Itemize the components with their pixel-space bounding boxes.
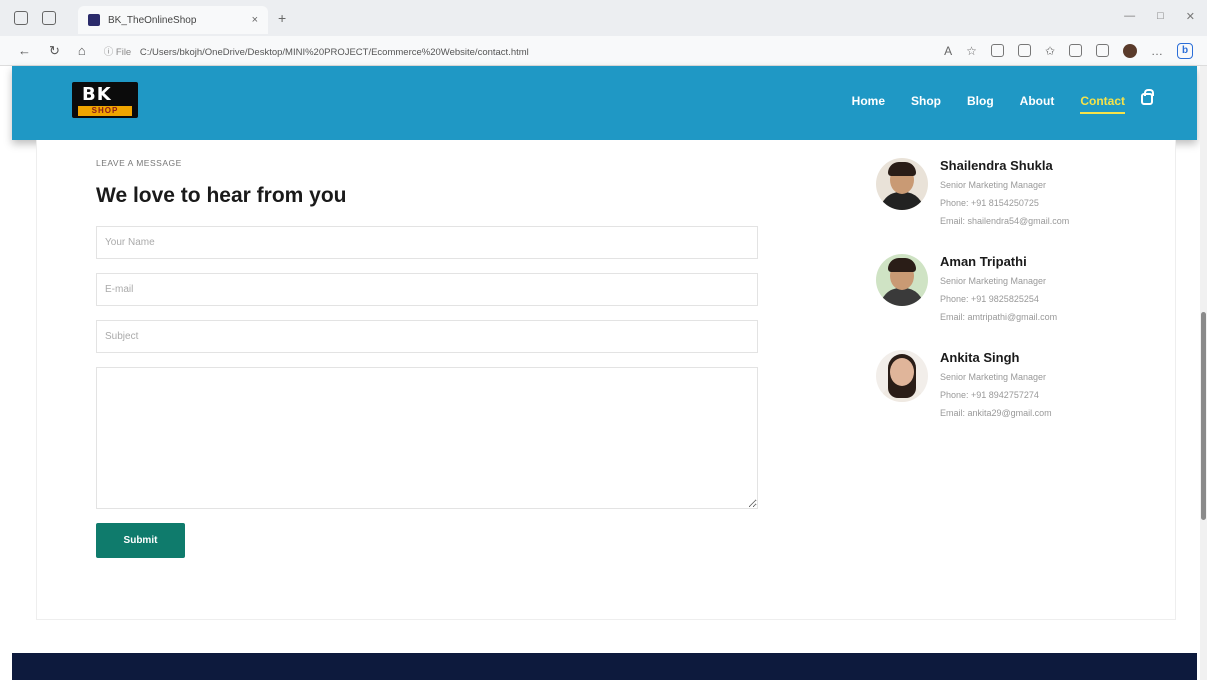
- message-textarea[interactable]: [96, 367, 758, 509]
- close-window-icon[interactable]: ✕: [1186, 10, 1195, 23]
- url-text: C:/Users/bkojh/OneDrive/Desktop/MINI%20P…: [139, 46, 529, 58]
- new-tab-icon[interactable]: +: [278, 10, 286, 26]
- home-icon[interactable]: ⌂: [78, 43, 86, 58]
- bk-shop-logo[interactable]: BK SHOP: [72, 82, 138, 118]
- minimize-icon[interactable]: —: [1124, 10, 1135, 23]
- more-icon[interactable]: …: [1151, 44, 1163, 58]
- split-screen-icon[interactable]: [1017, 44, 1031, 57]
- browser-toolbar: A ☆ ✩ … b: [944, 42, 1193, 59]
- address-bar-row: ← ↻ ⌂ ⓘ File C:/Users/bkojh/OneDrive/Des…: [0, 36, 1207, 66]
- nav-blog[interactable]: Blog: [967, 94, 994, 108]
- contact-card: Ankita Singh Senior Marketing Manager Ph…: [876, 350, 1156, 440]
- contact-role: Senior Marketing Manager: [940, 372, 1047, 382]
- tab-title: BK_TheOnlineShop: [108, 14, 197, 26]
- contact-name: Ankita Singh: [940, 350, 1020, 365]
- bing-icon[interactable]: b: [1177, 42, 1193, 59]
- shopping-bag-icon[interactable]: [1141, 89, 1154, 105]
- maximize-icon[interactable]: □: [1157, 10, 1164, 23]
- site-info-label[interactable]: ⓘ File: [104, 47, 131, 58]
- tab-actions-icon[interactable]: [42, 11, 56, 25]
- nav-about[interactable]: About: [1020, 94, 1055, 108]
- favorite-star-icon[interactable]: ☆: [966, 44, 977, 58]
- contact-phone: Phone: +91 9825825254: [940, 294, 1039, 304]
- url-field[interactable]: ⓘ File C:/Users/bkojh/OneDrive/Desktop/M…: [104, 44, 824, 58]
- contact-name: Aman Tripathi: [940, 254, 1027, 269]
- submit-button[interactable]: Submit: [96, 523, 185, 558]
- scrollbar-thumb[interactable]: [1201, 312, 1206, 520]
- subject-input[interactable]: [96, 320, 758, 353]
- workspaces-icon[interactable]: [14, 11, 28, 25]
- contact-role: Senior Marketing Manager: [940, 180, 1047, 190]
- form-heading: We love to hear from you: [96, 184, 347, 207]
- site-header: BK SHOP Home Shop Blog About Contact: [12, 66, 1197, 140]
- contact-photo: [876, 350, 928, 402]
- favorites-icon[interactable]: ✩: [1045, 44, 1055, 58]
- nav-shop[interactable]: Shop: [911, 94, 941, 108]
- refresh-icon[interactable]: ↻: [49, 43, 60, 59]
- window-controls: — □ ✕: [1124, 10, 1195, 23]
- collections-icon[interactable]: [1069, 44, 1082, 57]
- profile-avatar[interactable]: [1123, 43, 1137, 58]
- site-footer: [12, 653, 1197, 680]
- logo-text-shop: SHOP: [78, 106, 132, 116]
- read-aloud-icon[interactable]: A: [944, 44, 952, 58]
- nav-contact[interactable]: Contact: [1080, 94, 1125, 114]
- contact-role: Senior Marketing Manager: [940, 276, 1047, 286]
- contact-card: Aman Tripathi Senior Marketing Manager P…: [876, 254, 1156, 344]
- main-nav: Home Shop Blog About Contact: [852, 94, 1125, 114]
- shopping-icon[interactable]: [1096, 44, 1109, 57]
- form-eyebrow: LEAVE A MESSAGE: [96, 158, 182, 168]
- browser-tab-bar: BK_TheOnlineShop × + — □ ✕: [0, 0, 1207, 36]
- back-icon[interactable]: ←: [18, 43, 31, 58]
- contact-photo: [876, 158, 928, 210]
- contact-name: Shailendra Shukla: [940, 158, 1053, 173]
- contact-phone: Phone: +91 8942757274: [940, 390, 1039, 400]
- contact-card: Shailendra Shukla Senior Marketing Manag…: [876, 158, 1156, 248]
- contact-email: Email: ankita29@gmail.com: [940, 408, 1052, 418]
- email-input[interactable]: [96, 273, 758, 306]
- logo-text-bk: BK: [82, 84, 112, 105]
- contact-photo: [876, 254, 928, 306]
- browser-tab[interactable]: BK_TheOnlineShop ×: [78, 6, 268, 34]
- extension-icon[interactable]: [990, 44, 1004, 57]
- name-input[interactable]: [96, 226, 758, 259]
- nav-home[interactable]: Home: [852, 94, 885, 108]
- close-tab-icon[interactable]: ×: [252, 14, 258, 26]
- contact-phone: Phone: +91 8154250725: [940, 198, 1039, 208]
- contact-email: Email: amtripathi@gmail.com: [940, 312, 1058, 322]
- contact-email: Email: shailendra54@gmail.com: [940, 216, 1070, 226]
- site-favicon-icon: [88, 14, 100, 26]
